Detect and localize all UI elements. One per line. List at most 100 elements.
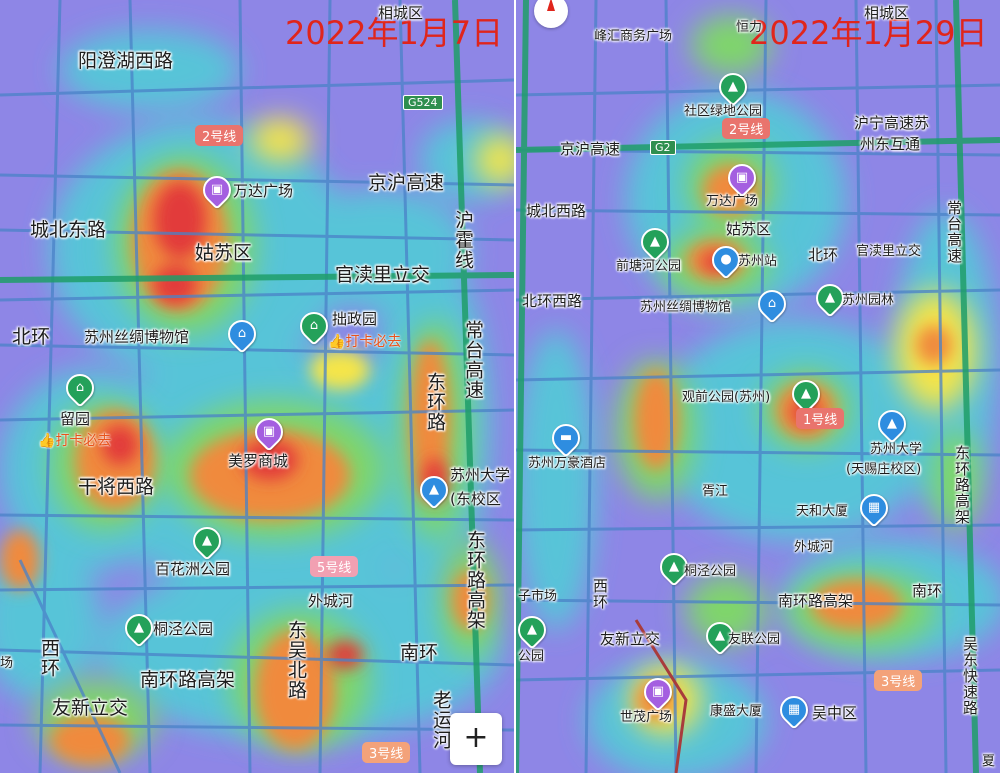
road-label-guandu: 官渎里立交: [335, 264, 431, 286]
poi-label-baihuazhou[interactable]: 百花洲公园: [155, 558, 230, 579]
park-icon: ▲: [825, 290, 835, 305]
road-label-youxin: 友新立交: [52, 697, 129, 719]
road-label-chang: 场: [0, 656, 14, 671]
shopping-bag-icon: ▣: [651, 684, 665, 699]
poi-label-tongjing-right[interactable]: 桐泾公园: [684, 560, 736, 579]
shopping-bag-icon: ▣: [210, 182, 224, 197]
museum-icon: ⌂: [237, 326, 247, 341]
road-label-donghuan-gj: 东环路高架: [464, 530, 486, 630]
poi-label-youlian[interactable]: 友联公园: [728, 628, 780, 647]
road-label-ganjiang: 干将西路: [78, 476, 155, 498]
district-label-gusu-right: 姑苏区: [726, 220, 772, 238]
heatmap-panel-right[interactable]: 2022年1月29日 相城区 峰汇商务广场 恒力 ▲ 社区绿地公园 2号线 沪宁…: [516, 0, 1000, 773]
metro-badge-line5[interactable]: 5号线: [310, 556, 359, 577]
road-label-xia: 夏: [982, 754, 996, 769]
park-icon: ▲: [801, 386, 811, 401]
river-label-waicheng-right: 外城河: [794, 540, 834, 555]
train-station-icon: ●: [720, 252, 732, 267]
road-label-donghuan: 东环路: [424, 372, 446, 432]
poi-label-guanqian[interactable]: 观前公园(苏州): [682, 386, 770, 405]
poi-label-tongjing[interactable]: 桐泾公园: [153, 618, 213, 639]
poi-label-tianhe[interactable]: 天和大厦: [796, 500, 848, 519]
poi-label-park-comm[interactable]: 社区绿地公园: [684, 100, 762, 119]
metro-badge-line2-right[interactable]: 2号线: [722, 118, 771, 139]
poi-label-market[interactable]: 子市场: [518, 585, 557, 604]
poi-label-station[interactable]: 苏州站: [738, 250, 777, 269]
road-label-changtai-right: 常台高速: [945, 200, 963, 264]
graduation-cap-icon: ▲: [429, 482, 439, 497]
museum-icon: ⌂: [767, 296, 777, 311]
district-label-gusu: 姑苏区: [195, 242, 253, 264]
poi-label-kangsheng[interactable]: 康盛大厦: [710, 700, 762, 719]
poi-label-zhuozheng[interactable]: 拙政园: [332, 308, 377, 329]
building-icon: ▦: [867, 500, 881, 515]
park-icon: ▲: [134, 620, 144, 635]
road-label-guandu-right: 官渎里立交: [856, 244, 922, 259]
poi-label-park-w[interactable]: 公园: [518, 645, 544, 664]
road-label-changtai: 常台高速: [462, 320, 484, 400]
zoom-in-button[interactable]: +: [450, 713, 502, 765]
road-label-chengbei: 城北东路: [30, 219, 107, 241]
road-label-nanhuan-gj-right: 南环路高架: [778, 592, 854, 610]
road-label-jinghu-right: 京沪高速: [560, 140, 621, 158]
poi-label-suda-campus: (东校区: [450, 490, 501, 508]
road-label-huning: 沪霍线: [452, 210, 474, 270]
road-label-xihuan-right: 西环: [591, 578, 609, 610]
poi-label-suda-right[interactable]: 苏州大学: [870, 438, 922, 457]
highway-shield-g2: G2: [650, 140, 676, 155]
poi-label-suyuanlin[interactable]: 苏州园林: [842, 289, 894, 308]
road-label-wudong: 吴东快速路: [961, 636, 979, 716]
road-label-youxin-right: 友新立交: [600, 630, 661, 648]
poi-label-silk-museum[interactable]: 苏州丝绸博物馆: [84, 326, 189, 347]
garden-icon: ⌂: [75, 380, 85, 395]
district-label-xiangcheng-right: 相城区: [864, 4, 910, 22]
road-label-beihuan-right: 北环: [808, 246, 839, 264]
poi-label-wanda-right[interactable]: 万达广场: [706, 190, 758, 209]
park-icon: ▲: [650, 234, 660, 249]
poi-label-wanhao[interactable]: 苏州万豪酒店: [528, 452, 606, 471]
hotel-bed-icon: ▬: [559, 430, 573, 445]
road-label-nanhuan: 南环: [400, 642, 439, 664]
park-icon: ▲: [202, 533, 212, 548]
metro-badge-line1[interactable]: 1号线: [796, 408, 845, 429]
poi-label-meiluo[interactable]: 美罗商城: [228, 450, 288, 471]
poi-label-suda-campus-right: (天赐庄校区): [846, 462, 922, 477]
checkin-tag-liuyuan: 👍打卡必去: [38, 433, 112, 449]
checkin-tag-zhuozheng: 👍打卡必去: [328, 334, 402, 350]
graduation-cap-icon: ▲: [887, 416, 897, 431]
road-label-jinghu: 京沪高速: [368, 172, 445, 194]
metro-badge-line3-right[interactable]: 3号线: [874, 670, 923, 691]
garden-icon: ⌂: [309, 318, 319, 333]
poi-label-wanda[interactable]: 万达广场: [233, 180, 293, 201]
poi-label-suda[interactable]: 苏州大学: [450, 464, 510, 485]
poi-label-fenghui[interactable]: 峰汇商务广场: [594, 25, 672, 44]
shopping-bag-icon: ▣: [262, 424, 276, 439]
road-label-huning-su: 沪宁高速苏: [854, 114, 930, 132]
park-icon: ▲: [527, 622, 537, 637]
poi-label-hengli[interactable]: 恒力: [736, 16, 762, 35]
river-label-waicheng: 外城河: [308, 592, 354, 610]
poi-label-liuyuan[interactable]: 留园: [60, 408, 90, 429]
metro-badge-line3[interactable]: 3号线: [362, 742, 411, 763]
road-label-donghuan-gj-right: 东环路高架: [953, 445, 971, 525]
road-label-chengbei-right: 城北西路: [526, 202, 587, 220]
building-icon: ▦: [787, 702, 801, 717]
poi-label-silk-right[interactable]: 苏州丝绸博物馆: [640, 296, 731, 315]
road-label-yangchenghu: 阳澄湖西路: [78, 50, 174, 72]
road-label-beihuan-west: 北环西路: [522, 292, 583, 310]
metro-badge-line2[interactable]: 2号线: [195, 125, 244, 146]
poi-label-shimao[interactable]: 世茂广场: [620, 706, 672, 725]
heatmap-panel-left[interactable]: 2022年1月7日 相城区 阳澄湖西路 G524 2号线 京沪高速 ▣ 万达广场…: [0, 0, 514, 773]
road-label-suzhou-east: 州东互通: [860, 135, 921, 153]
district-label-xiangcheng: 相城区: [378, 4, 424, 22]
road-label-xihuan: 西环: [38, 638, 60, 678]
district-label-wuzhong: 吴中区: [812, 704, 858, 722]
park-icon: ▲: [728, 79, 738, 94]
shopping-bag-icon: ▣: [735, 170, 749, 185]
road-label-beihuan: 北环: [12, 326, 51, 348]
road-label-nanhuan-gj: 南环路高架: [140, 669, 236, 691]
poi-label-qiantang[interactable]: 前塘河公园: [616, 255, 681, 274]
road-label-nanhuan-right: 南环: [912, 582, 943, 600]
park-icon: ▲: [669, 559, 679, 574]
heatmap-comparison: 2022年1月7日 相城区 阳澄湖西路 G524 2号线 京沪高速 ▣ 万达广场…: [0, 0, 1000, 773]
